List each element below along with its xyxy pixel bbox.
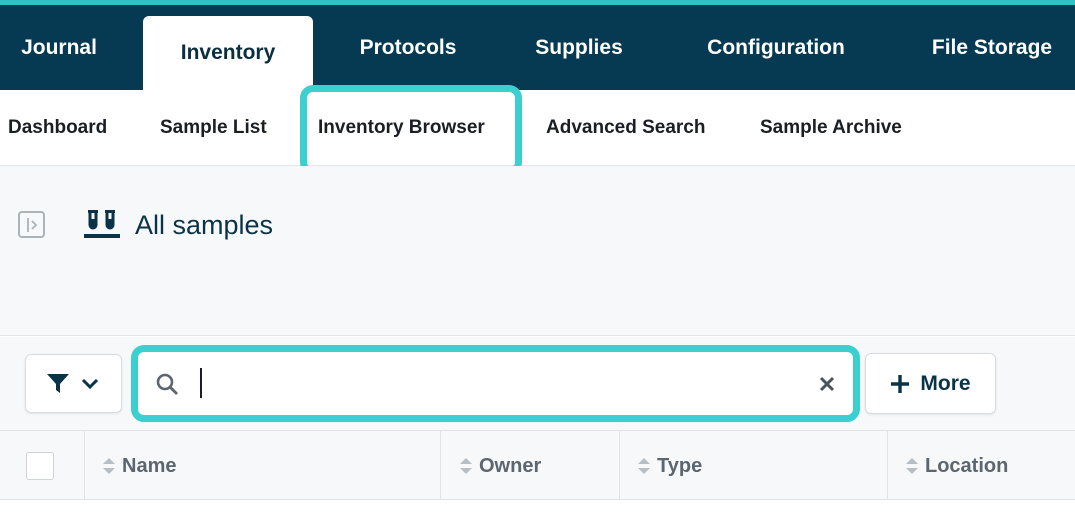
tab-configuration[interactable]: Configuration: [684, 5, 868, 90]
search-toolbar: More: [0, 337, 1075, 430]
column-header-owner[interactable]: Owner: [459, 431, 541, 501]
column-divider: [440, 431, 441, 501]
sidebar-expand-icon: [27, 218, 38, 232]
plus-icon: [891, 374, 910, 393]
top-navigation: Journal Inventory Protocols Supplies Con…: [0, 0, 1075, 90]
filter-button[interactable]: [25, 354, 122, 413]
subnav-sample-archive[interactable]: Sample Archive: [760, 90, 902, 166]
tab-journal[interactable]: Journal: [0, 5, 118, 90]
subnav-inventory-browser[interactable]: Inventory Browser: [318, 90, 485, 166]
tab-protocols[interactable]: Protocols: [338, 5, 478, 90]
more-button[interactable]: More: [865, 353, 996, 414]
close-icon[interactable]: [818, 375, 836, 393]
more-button-label: More: [920, 371, 971, 395]
subnav-sample-list[interactable]: Sample List: [160, 90, 267, 166]
search-icon: [156, 373, 178, 395]
column-header-label: Owner: [479, 454, 542, 477]
search-box: [131, 345, 860, 422]
tab-supplies[interactable]: Supplies: [510, 5, 648, 90]
sort-icon: [906, 458, 918, 474]
test-tubes-icon: [84, 210, 120, 238]
sub-navigation: Dashboard Sample List Inventory Browser …: [0, 90, 1075, 166]
column-header-label: Type: [657, 454, 703, 477]
page-title: All samples: [135, 210, 274, 240]
page-header: All samples: [0, 166, 1075, 336]
column-header-label: Name: [122, 454, 177, 477]
tab-file-storage[interactable]: File Storage: [912, 5, 1072, 90]
table-body: [0, 500, 1075, 514]
table-header: Name Owner Type Location: [0, 430, 1075, 501]
sort-icon: [103, 458, 115, 474]
column-header-type[interactable]: Type: [637, 431, 702, 501]
sort-icon: [638, 458, 650, 474]
column-header-location[interactable]: Location: [905, 431, 1008, 501]
text-caret: [200, 368, 202, 398]
column-divider: [887, 431, 888, 501]
subnav-advanced-search[interactable]: Advanced Search: [546, 90, 705, 166]
chevron-down-icon: [81, 378, 99, 390]
filter-funnel-icon: [47, 374, 69, 393]
sort-icon: [460, 458, 472, 474]
column-divider: [619, 431, 620, 501]
select-all-checkbox[interactable]: [26, 452, 54, 480]
column-header-label: Location: [925, 454, 1009, 477]
subnav-dashboard[interactable]: Dashboard: [8, 90, 107, 166]
column-divider: [84, 431, 85, 501]
search-input[interactable]: [194, 364, 794, 404]
tab-inventory[interactable]: Inventory: [143, 16, 313, 90]
column-header-name[interactable]: Name: [102, 431, 176, 501]
sidebar-toggle-button[interactable]: [18, 211, 45, 238]
